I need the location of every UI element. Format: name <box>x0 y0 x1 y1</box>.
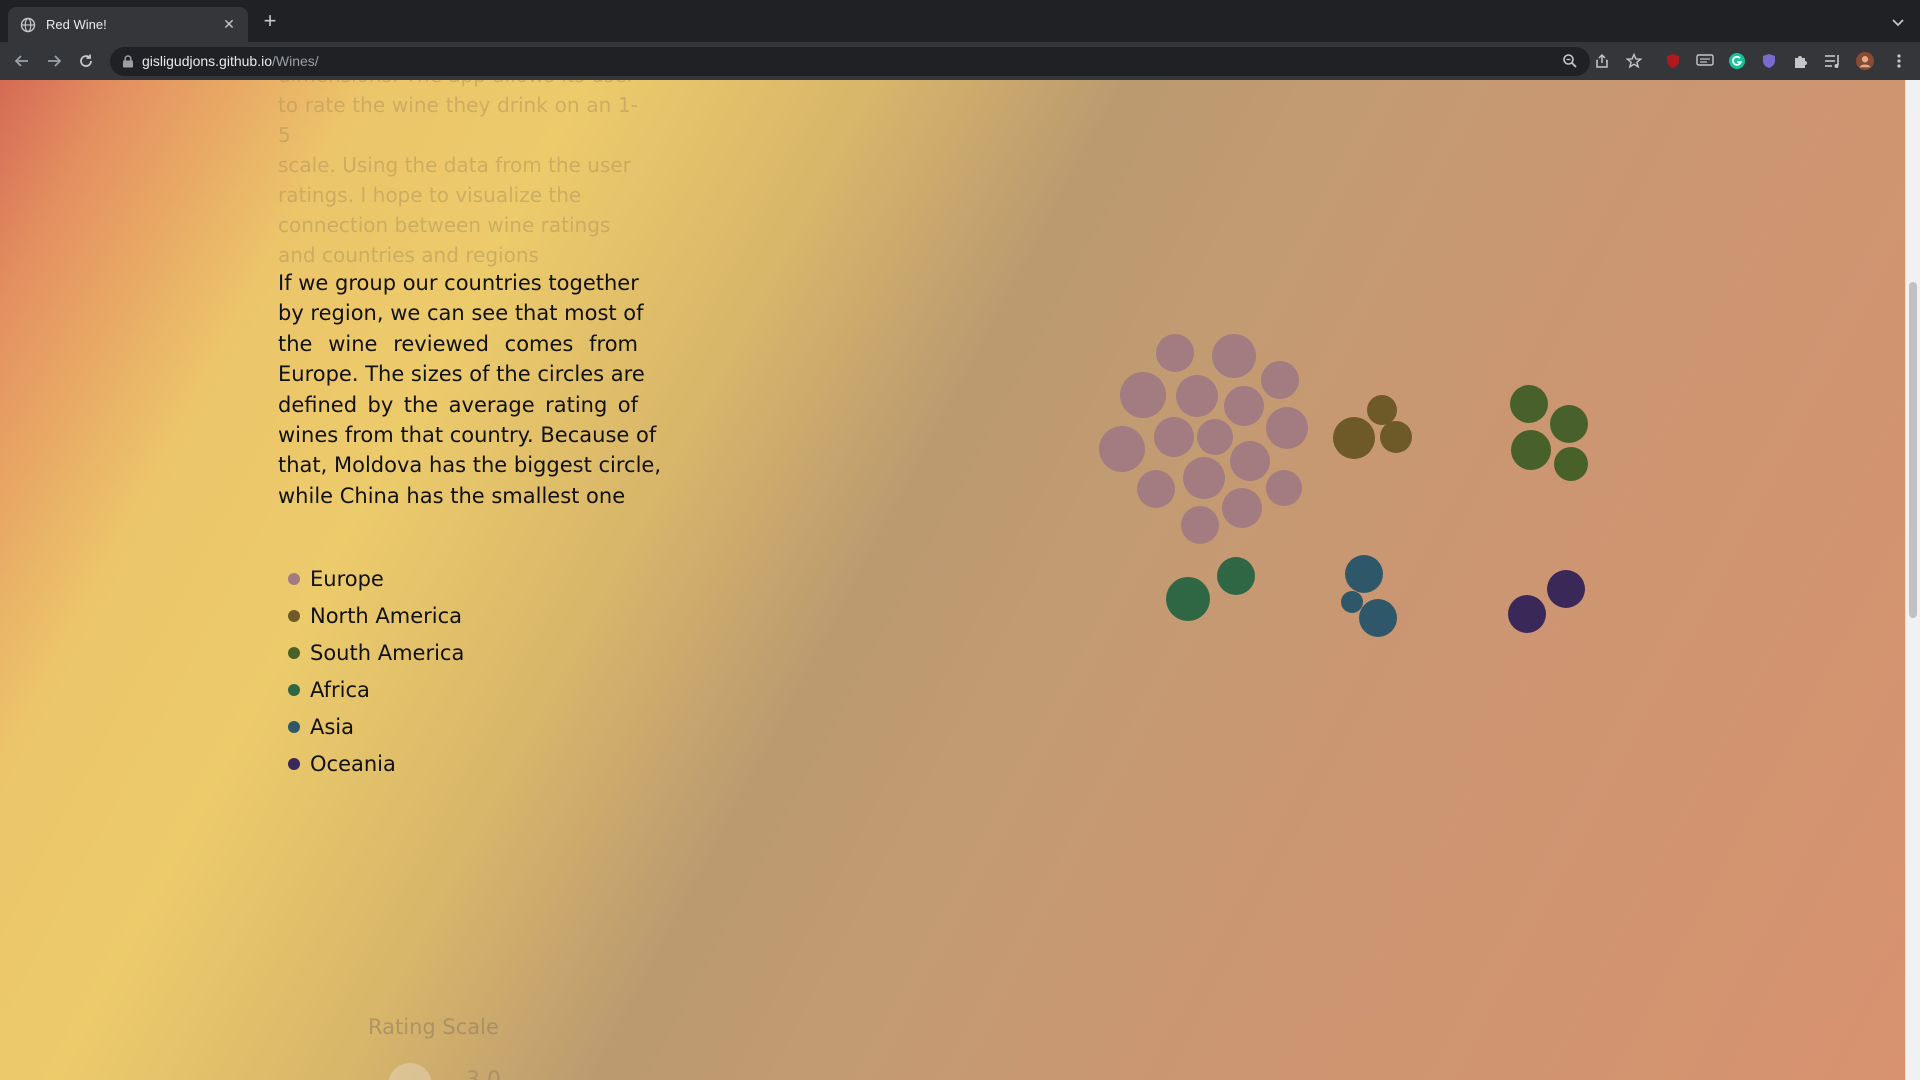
country-bubble[interactable] <box>1508 595 1546 633</box>
browser-tab[interactable]: Red Wine! ✕ <box>8 7 248 42</box>
forward-arrow-icon <box>48 55 62 67</box>
vertical-scrollbar[interactable] <box>1905 80 1920 1080</box>
country-bubble[interactable] <box>1156 334 1194 372</box>
screen-extension-icon[interactable] <box>1696 52 1714 70</box>
country-bubble[interactable] <box>1230 441 1270 481</box>
country-bubble[interactable] <box>1547 570 1585 608</box>
country-bubble[interactable] <box>1181 506 1219 544</box>
country-bubble[interactable] <box>1176 375 1218 417</box>
country-bubble[interactable] <box>1550 405 1588 443</box>
country-bubble[interactable] <box>1120 372 1166 418</box>
address-bar[interactable]: gisligudjons.github.io/Wines/ <box>110 47 1642 76</box>
tab-strip: Red Wine! ✕ + <box>0 0 1920 42</box>
country-bubble[interactable] <box>1137 470 1175 508</box>
lock-icon[interactable] <box>122 55 134 68</box>
bookmark-star-icon[interactable] <box>1626 53 1642 69</box>
rating-scale-title: Rating Scale <box>368 1015 499 1039</box>
country-bubble[interactable] <box>1510 385 1548 423</box>
country-bubble[interactable] <box>1380 421 1412 453</box>
region-cluster-africa <box>1166 557 1255 621</box>
country-bubble[interactable] <box>1511 430 1551 470</box>
region-cluster-europe <box>1099 334 1308 544</box>
country-bubble[interactable] <box>1554 447 1588 481</box>
new-tab-button[interactable]: + <box>260 10 280 32</box>
country-bubble[interactable] <box>1212 334 1256 378</box>
share-icon[interactable] <box>1594 53 1610 69</box>
region-cluster-north-america <box>1333 395 1412 459</box>
scrollbar-thumb[interactable] <box>1909 282 1917 618</box>
page-viewport[interactable]: dimensions. The app allows its user to r… <box>0 80 1920 1080</box>
zoom-icon[interactable] <box>1562 53 1578 69</box>
grammarly-extension-icon[interactable] <box>1728 52 1746 70</box>
country-bubble[interactable] <box>1359 599 1397 637</box>
country-bubble[interactable] <box>1217 557 1255 595</box>
rating-scale-value: 3.0 <box>466 1068 501 1080</box>
url-text[interactable]: gisligudjons.github.io/Wines/ <box>142 53 319 69</box>
reload-icon <box>80 54 92 67</box>
country-bubble[interactable] <box>1367 395 1397 425</box>
chevron-down-icon[interactable] <box>1890 14 1906 30</box>
country-bubble[interactable] <box>1099 426 1145 472</box>
country-bubble[interactable] <box>1222 488 1262 528</box>
url-host: gisligudjons.github.io <box>142 53 272 69</box>
globe-icon <box>20 17 36 33</box>
country-bubble-chart[interactable] <box>0 80 1920 1080</box>
country-bubble[interactable] <box>1197 419 1233 455</box>
country-bubble[interactable] <box>1345 555 1383 593</box>
country-bubble[interactable] <box>1266 407 1308 449</box>
country-bubble[interactable] <box>1261 361 1299 399</box>
country-bubble[interactable] <box>1154 417 1194 457</box>
profile-avatar[interactable] <box>1856 52 1874 70</box>
country-bubble[interactable] <box>1266 470 1302 506</box>
tab-title: Red Wine! <box>46 17 107 32</box>
url-path: /Wines/ <box>271 53 319 69</box>
country-bubble[interactable] <box>1166 577 1210 621</box>
close-tab-icon[interactable]: ✕ <box>220 16 238 34</box>
country-bubble[interactable] <box>1183 457 1225 499</box>
browser-toolbar: gisligudjons.github.io/Wines/ <box>0 42 1920 80</box>
region-cluster-south-america <box>1510 385 1588 481</box>
region-cluster-asia <box>1341 555 1397 637</box>
country-bubble[interactable] <box>1333 417 1375 459</box>
forward-button[interactable] <box>44 51 64 71</box>
shield-extension-icon[interactable] <box>1760 52 1778 70</box>
country-bubble[interactable] <box>1341 591 1363 613</box>
more-menu-icon[interactable] <box>1890 52 1908 70</box>
reading-list-icon[interactable] <box>1824 52 1842 70</box>
ublock-extension-icon[interactable] <box>1664 52 1682 70</box>
country-bubble[interactable] <box>1224 386 1264 426</box>
region-cluster-oceania <box>1508 570 1585 633</box>
back-button[interactable] <box>12 51 32 71</box>
reload-button[interactable] <box>76 51 96 71</box>
back-arrow-icon <box>14 55 28 67</box>
puzzle-extensions-icon[interactable] <box>1792 52 1810 70</box>
